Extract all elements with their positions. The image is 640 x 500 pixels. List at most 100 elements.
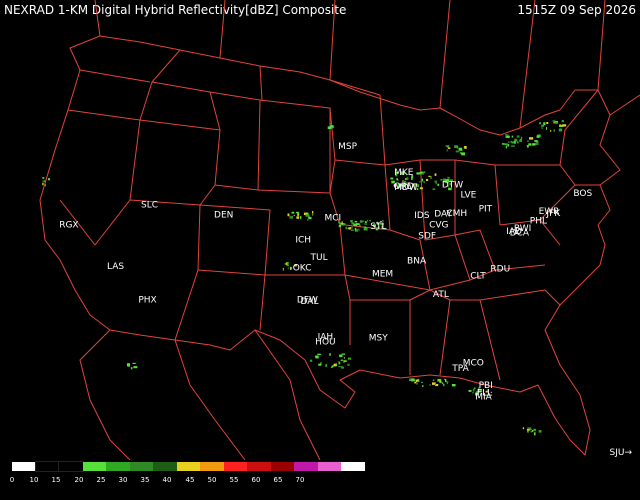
echo-pixel xyxy=(428,175,431,177)
echo-pixel xyxy=(396,178,398,181)
echo-pixel xyxy=(42,180,44,183)
echo-pixel xyxy=(343,356,345,359)
echo-pixel xyxy=(415,379,418,383)
echo-pixel xyxy=(516,141,519,144)
legend-swatch xyxy=(82,462,106,471)
echo-pixel xyxy=(434,383,437,385)
echo-pixel xyxy=(432,188,436,190)
echo-pixel xyxy=(532,430,534,432)
city-label: OKC xyxy=(293,264,312,274)
echo-pixel xyxy=(350,229,354,231)
us-outline xyxy=(39,35,621,456)
legend-swatch xyxy=(176,462,200,471)
echo-pixel xyxy=(44,183,47,187)
state-borders xyxy=(39,0,640,460)
legend-tick: 30 xyxy=(118,476,128,484)
echo-pixel xyxy=(130,367,133,370)
city-label: DAL xyxy=(301,297,319,307)
sju-nav-label[interactable]: SJU→ xyxy=(610,448,633,458)
city-label: SDF xyxy=(418,232,436,242)
echo-pixel xyxy=(472,388,475,392)
echo-pixel xyxy=(510,145,514,147)
city-label: MCI xyxy=(324,214,341,224)
echo-pixel xyxy=(511,135,514,138)
echo-pixel xyxy=(435,182,437,185)
echo-pixel xyxy=(341,353,345,355)
echo-pixel xyxy=(546,122,549,124)
echo-pixel xyxy=(445,379,447,383)
echo-pixel xyxy=(532,143,536,146)
city-label: CMH xyxy=(446,209,467,219)
legend-tick: 15 xyxy=(51,476,61,484)
legend-swatch xyxy=(34,461,60,472)
legend-labels: 0 10 15 20 25 30 35 40 45 50 55 60 65 70 xyxy=(0,476,640,488)
echo-pixel xyxy=(463,153,465,155)
echo-pixel xyxy=(133,366,138,369)
echo-pixel xyxy=(348,227,352,229)
legend-colorbar xyxy=(12,461,365,472)
city-label: MEM xyxy=(372,270,393,280)
echo-pixel xyxy=(363,226,367,228)
echo-pixel xyxy=(366,220,368,222)
mexico-borders xyxy=(79,329,321,460)
echo-pixel xyxy=(312,213,314,216)
echo-pixel xyxy=(312,211,314,214)
echo-pixel xyxy=(447,176,450,179)
echo-pixel xyxy=(364,223,367,225)
echo-pixel xyxy=(534,140,538,142)
echo-pixel xyxy=(505,145,507,149)
echo-pixel xyxy=(416,172,421,175)
city-label: MSY xyxy=(369,333,388,343)
echo-pixel xyxy=(510,141,512,143)
city-label: IDS xyxy=(414,211,430,221)
echo-pixel xyxy=(305,214,310,217)
legend-swatch xyxy=(106,462,130,471)
echo-pixel xyxy=(350,220,353,223)
echo-pixel xyxy=(317,353,321,355)
legend-swatch xyxy=(341,462,365,471)
city-label: MSP xyxy=(338,142,357,152)
sju-nav-link[interactable]: SJU→ xyxy=(610,448,633,458)
echo-pixel xyxy=(132,362,136,364)
legend-tick: 10 xyxy=(29,476,39,484)
echo-pixel xyxy=(354,227,357,231)
legend-tick: 35 xyxy=(140,476,150,484)
echo-pixel xyxy=(516,135,520,138)
legend-swatch xyxy=(223,462,247,471)
legend-tick: 70 xyxy=(295,476,305,484)
legend-tick: 40 xyxy=(162,476,172,484)
echo-pixel xyxy=(520,136,523,140)
city-label: PHL xyxy=(530,216,547,226)
echo-pixel xyxy=(458,147,462,151)
city-label: ICH xyxy=(295,235,311,245)
echo-pixel xyxy=(345,226,348,230)
echo-pixel xyxy=(421,381,423,383)
city-label: RDU xyxy=(490,264,510,274)
echo-pixel xyxy=(511,141,515,144)
echo-pixel xyxy=(554,122,559,124)
echo-pixel xyxy=(429,384,431,386)
city-label: RGX xyxy=(59,221,78,231)
echo-pixel xyxy=(446,381,449,383)
echo-pixel xyxy=(464,146,467,149)
echo-pixel xyxy=(543,122,546,126)
legend-swatch xyxy=(200,462,224,471)
echo-pixel xyxy=(347,363,350,366)
echo-pixel xyxy=(390,177,394,180)
echo-pixel xyxy=(535,142,539,145)
city-label: MIA xyxy=(475,392,492,402)
echo-pixel xyxy=(416,383,418,385)
echo-pixel xyxy=(454,145,458,148)
echo-pixel xyxy=(287,213,290,217)
echo-pixel xyxy=(293,214,295,217)
echo-pixel xyxy=(437,183,440,186)
echo-pixel xyxy=(527,430,529,433)
echo-pixel xyxy=(433,379,435,381)
legend-swatch xyxy=(294,462,318,471)
echo-pixel xyxy=(558,128,563,132)
echo-pixel xyxy=(408,379,413,381)
echo-pixel xyxy=(430,176,432,180)
echo-pixel xyxy=(447,145,449,148)
city-labels: RGXSLCDENLASPHXMSPMKEORDMDWMCIICHSTLIDSS… xyxy=(59,142,592,402)
echo-pixel xyxy=(318,363,322,366)
